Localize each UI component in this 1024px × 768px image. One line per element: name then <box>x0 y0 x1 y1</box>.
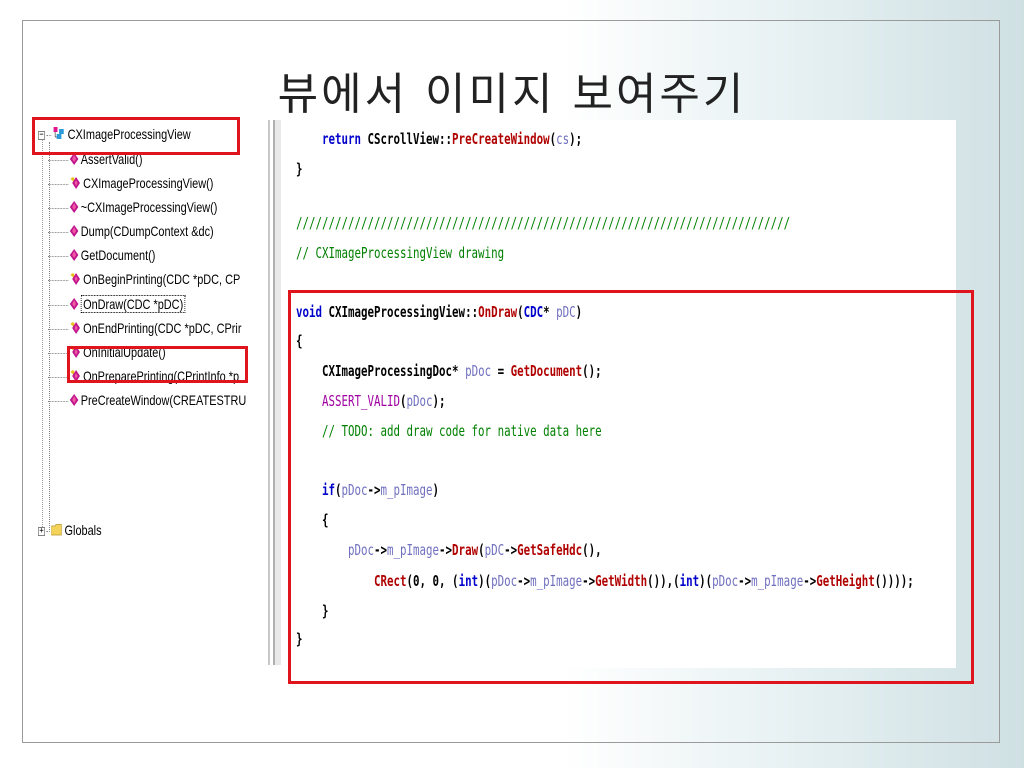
tree-item-label: ~CXImageProcessingView() <box>80 199 218 215</box>
method-icon <box>69 244 79 268</box>
tree-item-member[interactable]: OnBeginPrinting(CDC *pDC, CP <box>48 267 240 291</box>
tree-item-label: Dump(CDumpContext &dc) <box>80 223 214 239</box>
protected-method-icon <box>70 268 81 292</box>
tree-guide-line <box>42 140 43 535</box>
pane-splitter[interactable] <box>265 120 281 665</box>
protected-method-icon <box>70 317 81 341</box>
tree-item-label: Globals <box>64 522 102 538</box>
highlight-class-box <box>32 117 240 155</box>
method-icon <box>69 196 79 220</box>
tree-item-member[interactable]: GetDocument() <box>48 243 155 267</box>
tree-item-member[interactable]: ~CXImageProcessingView() <box>48 195 217 219</box>
tree-item-member[interactable]: PreCreateWindow(CREATESTRU <box>48 388 246 412</box>
highlight-ondraw-code-box <box>288 290 974 684</box>
slide-title: 뷰에서 이미지 보여주기 <box>277 69 747 120</box>
tree-item-member[interactable]: Dump(CDumpContext &dc) <box>48 219 214 243</box>
tree-item-globals[interactable]: + Globals <box>38 518 102 542</box>
method-icon <box>69 220 79 244</box>
folder-icon <box>50 519 62 543</box>
protected-method-icon <box>70 172 81 196</box>
code-line: // CXImageProcessingView drawing <box>296 244 505 262</box>
code-line: ////////////////////////////////////////… <box>296 214 791 232</box>
highlight-ondraw-box <box>67 346 248 383</box>
tree-item-label: OnDraw(CDC *pDC) <box>80 295 186 313</box>
tree-item-member[interactable]: OnEndPrinting(CDC *pDC, CPrir <box>48 316 241 340</box>
expand-icon[interactable]: + <box>38 526 46 536</box>
code-line: } <box>296 160 303 178</box>
tree-item-label: OnBeginPrinting(CDC *pDC, CP <box>83 271 241 287</box>
tree-item-member[interactable]: CXImageProcessingView() <box>48 171 213 195</box>
tree-item-label: PreCreateWindow(CREATESTRU <box>80 392 247 408</box>
tree-item-label: OnEndPrinting(CDC *pDC, CPrir <box>83 320 242 336</box>
method-icon <box>69 293 79 317</box>
tree-item-label: GetDocument() <box>80 247 156 263</box>
tree-item-label: CXImageProcessingView() <box>83 175 214 191</box>
tree-item-member-selected[interactable]: OnDraw(CDC *pDC) <box>48 292 186 316</box>
method-icon <box>69 389 79 413</box>
class-view-tree: − CXImageProcessingView AssertValid() CXI… <box>34 120 264 665</box>
code-line: return CScrollView::PreCreateWindow(cs); <box>322 130 583 148</box>
